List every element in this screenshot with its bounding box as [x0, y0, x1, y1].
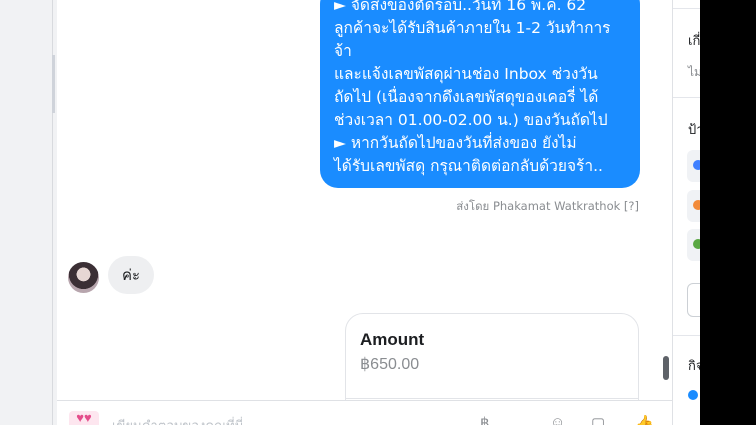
sent-by-label: ส่งโดย Phakamat Watkrathok [?] [456, 199, 639, 213]
incoming-message-bubble: ค่ะ [108, 256, 155, 294]
about-heading: เกี่ยวกับ [688, 33, 700, 48]
side-divider [673, 97, 700, 98]
outgoing-line: ► จัดส่งของตัดรอบ..วันที่ 16 พ.ค. 62 [334, 0, 587, 14]
outgoing-message-bubble: ► จัดส่งของตัดรอบ..วันที่ 16 พ.ค. 62 ลูก… [320, 0, 640, 188]
outgoing-line: ลูกค้าจะได้รับสินค้าภายใน 1-2 วันทำการ [334, 19, 611, 37]
about-value: ไม่มี [688, 65, 700, 79]
screen-edge [700, 0, 756, 425]
outgoing-line: ช่วงเวลา 01.00-02.00 น.) ของวันถัดไป [334, 111, 608, 129]
amount-card-divider [346, 398, 638, 399]
add-label-input[interactable] [687, 283, 700, 317]
page-avatar-icon: ♥♥ [69, 411, 99, 425]
left-gutter [0, 0, 57, 425]
labels-heading: ป้ายกำกับ [688, 122, 700, 137]
label-chip[interactable] [687, 229, 700, 261]
outgoing-line: ได้รับเลขพัสดุ กรุณาติดต่อกลับด้วยจร้า.. [334, 157, 603, 175]
customer-info-panel: เกี่ยวกับ ไม่มี ป้ายกำกับ กิจกรรม [672, 0, 700, 425]
label-color-dot [693, 200, 700, 210]
emoji-icon[interactable]: ☺ [550, 414, 565, 425]
label-color-dot [693, 239, 700, 249]
activity-dot [688, 390, 698, 400]
label-color-dot [693, 160, 700, 170]
chat-scrollbar-thumb[interactable] [663, 356, 669, 380]
outgoing-line: ถัดไป (เนื่องจากดึงเลขพัสดุของเคอรี่ ได้ [334, 88, 599, 106]
label-chip[interactable] [687, 190, 700, 222]
side-divider [673, 335, 700, 336]
amount-title: Amount [360, 330, 425, 349]
outgoing-line: ► หากวันถัดไปของวันที่ส่งของ ยังไม่ [334, 134, 577, 152]
customer-avatar[interactable] [68, 262, 99, 293]
chat-pane: ► จัดส่งของตัดรอบ..วันที่ 16 พ.ค. 62 ลูก… [57, 0, 672, 425]
thumbs-up-icon[interactable]: 👍 [635, 414, 654, 425]
side-divider [673, 8, 700, 9]
reply-input[interactable]: เขียนคำตอบของคุณที่นี่... [112, 415, 254, 425]
amount-value: ฿650.00 [360, 356, 420, 373]
currency-baht-icon[interactable]: ฿ [480, 414, 490, 425]
outgoing-line: และแจ้งเลขพัสดุผ่านช่อง Inbox ช่วงวัน [334, 65, 598, 83]
sticker-icon[interactable]: ▢ [591, 414, 605, 425]
left-scroll-indicator [52, 55, 55, 113]
message-composer: ♥♥ เขียนคำตอบของคุณที่นี่... ฿ ☺ ▢ 👍 [57, 400, 672, 425]
activity-heading: กิจกรรม [688, 358, 700, 373]
label-chip[interactable] [687, 150, 700, 182]
outgoing-line: จ้า [334, 42, 352, 60]
